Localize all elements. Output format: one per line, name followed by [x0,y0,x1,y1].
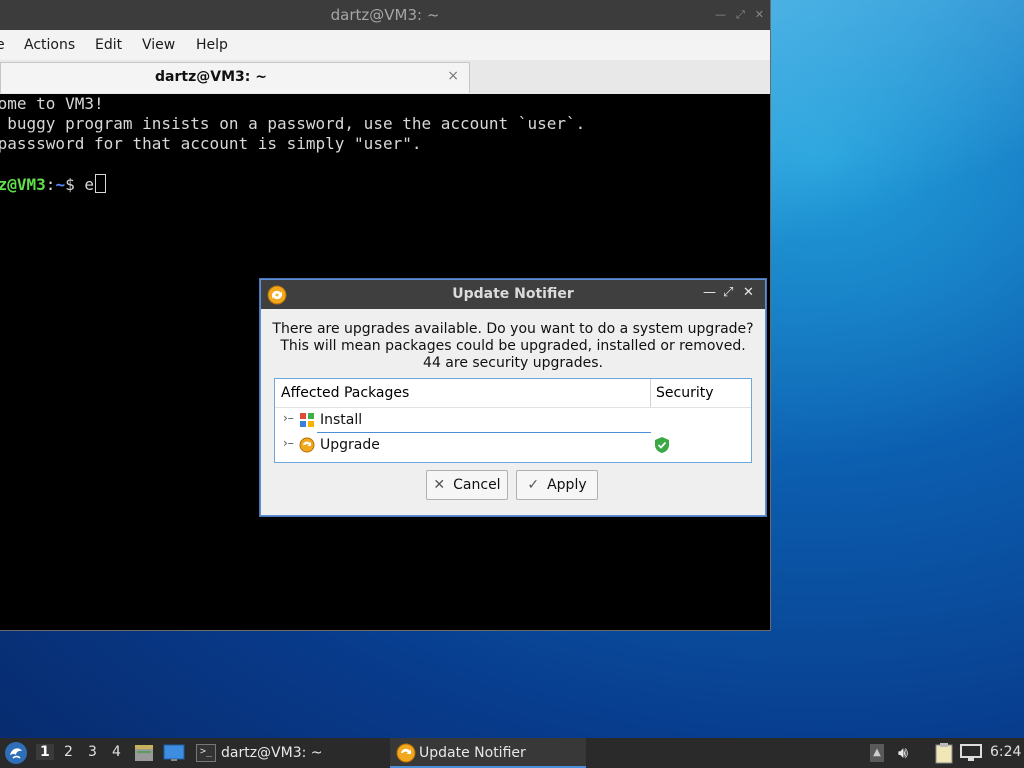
network-wired-icon [960,744,982,761]
maximize-icon[interactable]: ⤢ [736,0,745,30]
eject-icon: ▲ [870,744,884,762]
task-terminal[interactable]: >_ dartz@VM3: ~ [196,738,323,768]
tab-terminal[interactable]: dartz@VM3: ~ × [0,62,470,93]
dialog-message-line: This will mean packages could be upgrade… [280,338,746,354]
column-separator [650,379,651,407]
volume-icon: 🔊︎ [898,743,909,762]
workspace-1[interactable]: 1 [36,744,54,760]
clipboard-icon [935,743,953,764]
packages-tree[interactable]: Affected Packages Security ›– Install ›–… [274,378,752,463]
menu-actions[interactable]: Actions [24,37,75,53]
menu-bar: e Actions Edit View Help [0,30,770,61]
update-notifier-icon [396,743,416,763]
tree-row-install[interactable]: ›– Install [275,409,751,433]
show-desktop-button[interactable] [163,738,185,768]
minimize-icon[interactable]: — [715,0,726,30]
menu-view[interactable]: View [142,37,175,53]
close-icon[interactable]: ✕ [743,285,754,300]
workspace-3[interactable]: 3 [88,744,97,760]
task-label: dartz@VM3: ~ [221,745,323,761]
apply-label: Apply [547,477,587,493]
terminal-line: a buggy program insists on a password, u… [0,114,586,133]
lxqt-logo-icon [5,742,27,764]
cancel-label: Cancel [453,477,501,493]
file-manager-icon [135,745,153,761]
tree-row-label: Install [320,412,363,428]
expander-icon[interactable]: ›– [283,411,294,425]
apply-button[interactable]: ✓ Apply [516,470,598,500]
install-package-icon [299,412,315,432]
dialog-title: Update Notifier [452,286,574,302]
close-icon[interactable]: ✕ [755,0,764,30]
tray-clipboard[interactable]: ▲ [870,738,884,768]
tab-bar: dartz@VM3: ~ × [0,60,770,94]
upgrade-icon [299,437,315,457]
cancel-button[interactable]: ✕ Cancel [426,470,508,500]
desktop-icon [163,744,185,761]
window-title: dartz@VM3: ~ [330,6,440,24]
tray-notes[interactable] [934,738,954,768]
tree-row-label: Upgrade [320,437,380,453]
terminal-line: passsword for that account is simply "us… [0,134,422,153]
expander-icon[interactable]: ›– [283,436,294,450]
dialog-message-line: There are upgrades available. Do you wan… [272,321,754,337]
minimize-icon[interactable]: — [703,285,716,300]
prompt-sep: : [45,175,56,194]
taskbar: 1 2 3 4 >_ dartz@VM3: ~ Update Notifier … [0,738,1024,768]
tray-network[interactable] [960,738,982,768]
task-update-notifier[interactable]: Update Notifier [390,738,586,768]
dialog-titlebar[interactable]: Update Notifier — ⤢ ✕ [261,280,765,309]
terminal-icon: >_ [196,744,216,762]
menu-edit[interactable]: Edit [95,37,122,53]
prompt-user: tz@VM3 [0,175,46,194]
workspace-2[interactable]: 2 [64,744,73,760]
prompt-dollar: $ [65,175,85,194]
menu-file[interactable]: e [0,37,5,53]
file-manager-launcher[interactable] [134,738,154,768]
column-header-affected[interactable]: Affected Packages [281,385,409,401]
prompt-path: ~ [55,175,66,194]
security-shield-icon [655,437,669,457]
tree-row-upgrade[interactable]: ›– Upgrade [275,434,751,458]
dialog-message-line: 44 are security upgrades. [423,355,603,371]
tree-header: Affected Packages Security [275,379,751,408]
text-cursor [94,174,106,193]
tab-label: dartz@VM3: ~ [155,69,267,85]
menu-help[interactable]: Help [196,37,228,53]
typed-input: e [84,175,94,194]
cancel-icon: ✕ [433,477,446,493]
tray-volume[interactable]: 🔊︎ [898,738,908,768]
workspace-4[interactable]: 4 [112,744,121,760]
desktop-wallpaper [770,0,1024,738]
maximize-icon[interactable]: ⤢ [723,285,733,300]
tab-close-icon[interactable]: × [447,68,459,84]
terminal-prompt-line: tz@VM3:~$ e [0,174,106,195]
update-notifier-dialog: Update Notifier — ⤢ ✕ There are upgrades… [260,279,766,516]
terminal-titlebar[interactable]: dartz@VM3: ~ — ⤢ ✕ [0,0,770,30]
terminal-line: come to VM3! [0,94,104,113]
clock[interactable]: 6:24 [990,744,1021,760]
column-header-security[interactable]: Security [656,385,714,401]
row-focus-underline [317,432,651,433]
start-menu-button[interactable] [4,738,28,768]
task-label: Update Notifier [419,745,526,761]
checkmark-icon: ✓ [527,477,540,493]
